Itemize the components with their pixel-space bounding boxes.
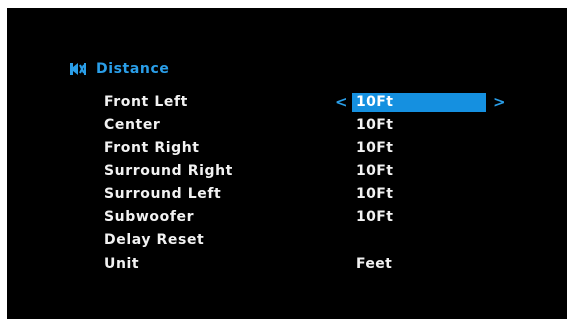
menu-title: Distance — [96, 61, 170, 77]
menu-item-delay-reset[interactable]: Delay Reset — [7, 230, 567, 250]
menu-item-label: Surround Right — [104, 163, 233, 179]
menu-item-label: Center — [104, 117, 161, 133]
chevron-right-icon[interactable]: > — [493, 92, 506, 112]
menu-item-front-left[interactable]: Front Left < 10Ft > — [7, 92, 567, 112]
menu-item-surround-right[interactable]: Surround Right 10Ft — [7, 161, 567, 181]
menu-item-subwoofer[interactable]: Subwoofer 10Ft — [7, 207, 567, 227]
speaker-setup-icon — [70, 63, 86, 75]
menu-header: Distance — [69, 59, 169, 79]
menu-item-front-right[interactable]: Front Right 10Ft — [7, 138, 567, 158]
osd-screen: Distance Front Left < 10Ft > Center 10Ft… — [7, 8, 567, 319]
menu-item-label: Front Left — [104, 94, 188, 110]
menu-item-surround-left[interactable]: Surround Left 10Ft — [7, 184, 567, 204]
menu-item-center[interactable]: Center 10Ft — [7, 115, 567, 135]
menu-item-value: 10Ft — [356, 140, 394, 156]
menu-item-label: Surround Left — [104, 186, 222, 202]
menu-item-label: Unit — [104, 256, 140, 272]
menu-item-value: 10Ft — [356, 186, 394, 202]
menu-item-label: Front Right — [104, 140, 200, 156]
chevron-left-icon[interactable]: < — [335, 92, 348, 112]
menu-item-value: 10Ft — [356, 117, 394, 133]
menu-item-value: 10Ft — [356, 163, 394, 179]
menu-item-value: 10Ft — [356, 94, 394, 110]
menu-item-label: Delay Reset — [104, 232, 205, 248]
menu-item-value: Feet — [356, 256, 393, 272]
menu-item-label: Subwoofer — [104, 209, 195, 225]
menu-item-value: 10Ft — [356, 209, 394, 225]
menu-item-unit[interactable]: Unit Feet — [7, 254, 567, 274]
